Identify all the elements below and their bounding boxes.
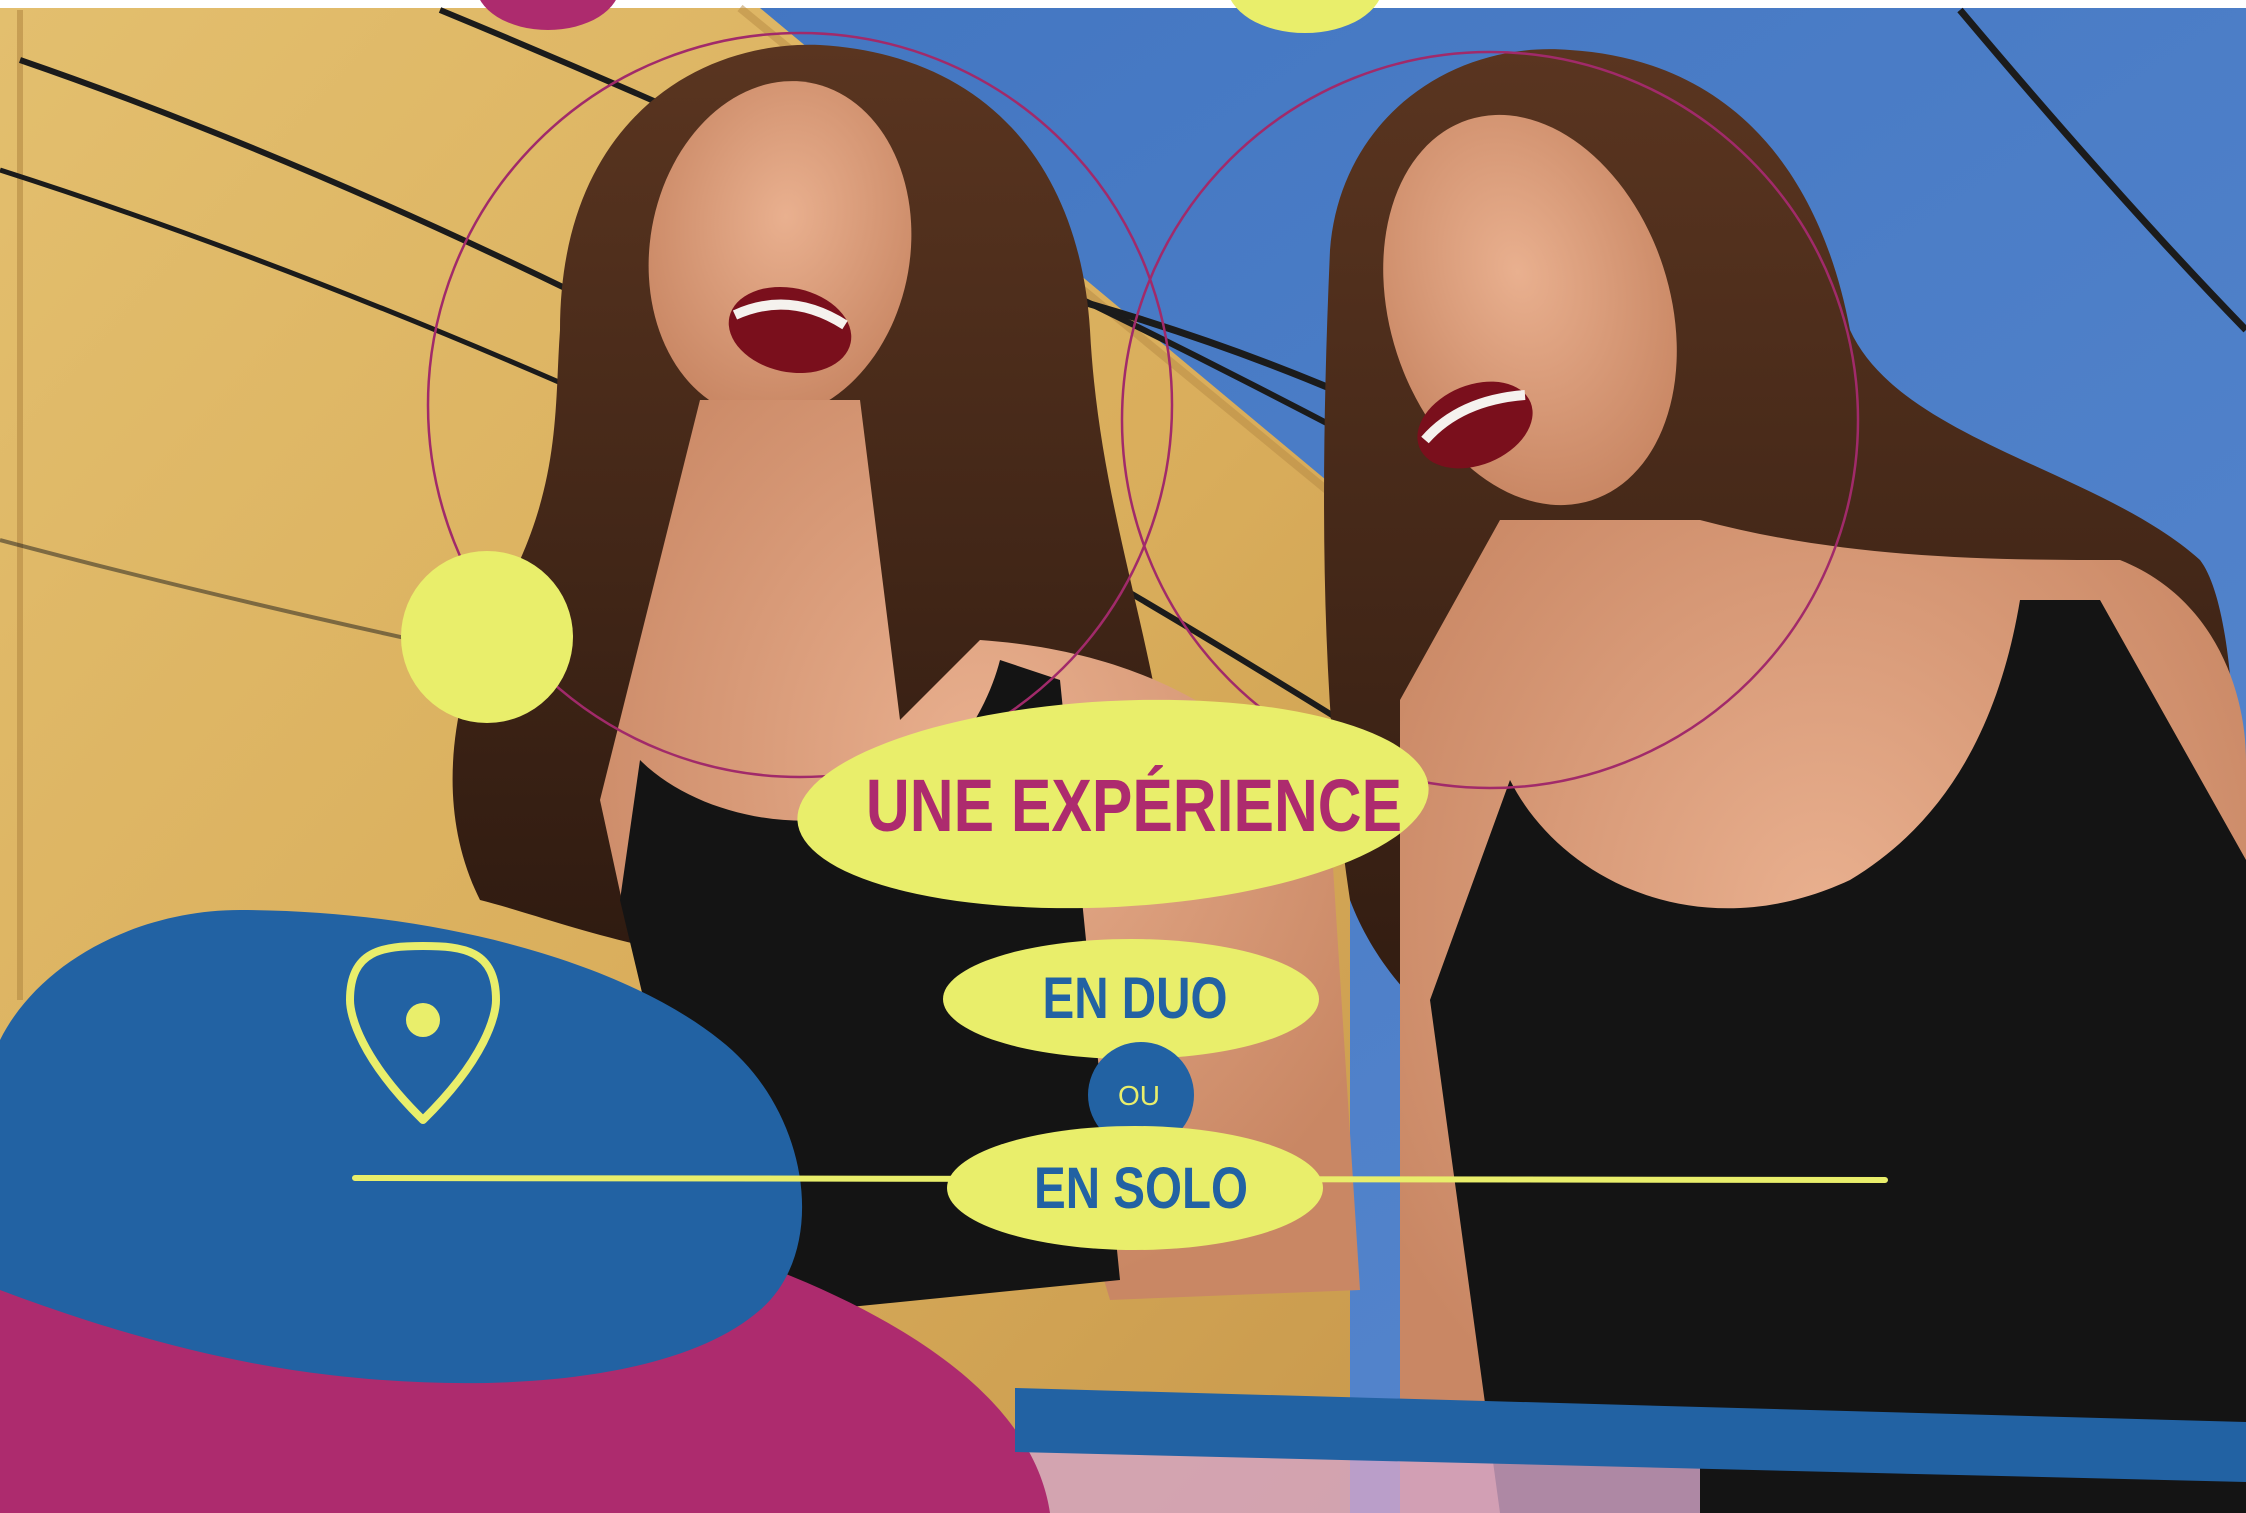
- option-duo: EN DUO: [1042, 966, 1228, 1031]
- headline: UNE EXPÉRIENCE: [865, 764, 1403, 847]
- option-solo: EN SOLO: [1033, 1156, 1249, 1221]
- background-illustration: [0, 0, 2246, 1513]
- option-connector: OU: [1118, 1080, 1160, 1111]
- yellow-dot: [401, 551, 573, 723]
- poster: UNE EXPÉRIENCE EN DUO OU EN SOLO: [0, 0, 2246, 1513]
